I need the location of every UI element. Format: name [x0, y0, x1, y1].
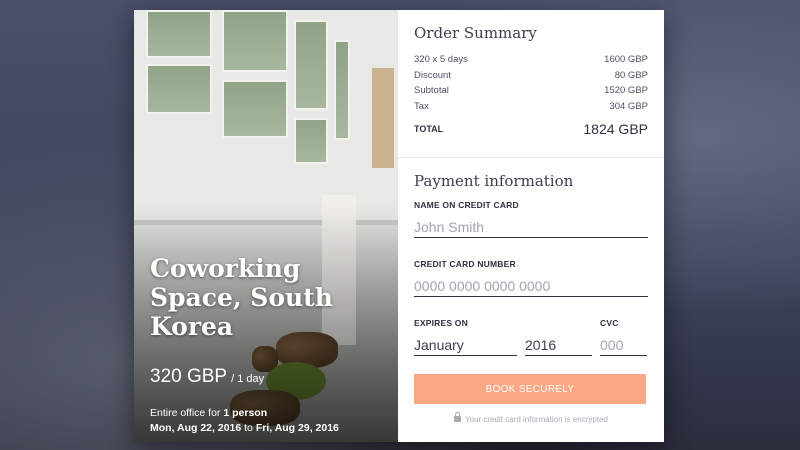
date-to-word: to: [244, 422, 253, 434]
cvc-label: CVC: [600, 318, 619, 328]
checkout-panel: Order Summary 320 x 5 days 1600 GBP Disc…: [398, 10, 664, 442]
order-summary: Order Summary 320 x 5 days 1600 GBP Disc…: [398, 10, 664, 158]
secure-note: Your credit card information is encrypte…: [414, 412, 648, 424]
summary-line: Subtotal 1520 GBP: [414, 83, 648, 99]
capacity-line: Entire office for 1 person: [150, 406, 339, 421]
date-to: Fri, Aug 29, 2016: [255, 422, 339, 434]
payment-title: Payment information: [414, 172, 574, 190]
venue-title: Coworking Space, South Korea: [150, 254, 333, 341]
summary-line-value: 1520 GBP: [604, 85, 648, 97]
summary-line-value: 304 GBP: [609, 100, 648, 112]
total-value: 1824 GBP: [583, 121, 648, 137]
summary-line-value: 80 GBP: [614, 69, 648, 81]
summary-line: Discount 80 GBP: [414, 68, 648, 84]
summary-line: Tax 304 GBP: [414, 99, 648, 115]
expiry-cvc-row: EXPIRES ON CVC: [414, 318, 648, 356]
expiry-year-group: [525, 334, 592, 356]
cvc-input[interactable]: [600, 334, 647, 356]
venue-photo-panel: Coworking Space, South Korea 320 GBP/ 1 …: [134, 10, 398, 442]
cvc-group: CVC: [600, 318, 647, 356]
expiry-month-input[interactable]: [414, 334, 517, 356]
card-number-label: CREDIT CARD NUMBER: [414, 259, 516, 269]
summary-line-value: 1600 GBP: [604, 54, 648, 66]
booking-info: Entire office for 1 person Mon, Aug 22, …: [150, 406, 339, 436]
expires-on-label: EXPIRES ON: [414, 318, 468, 328]
summary-line-label: Discount: [414, 69, 451, 81]
total-label: TOTAL: [414, 124, 444, 134]
book-securely-button[interactable]: BOOK SECURELY: [414, 374, 646, 404]
expiry-month-group: EXPIRES ON: [414, 318, 517, 356]
order-summary-title: Order Summary: [414, 24, 537, 42]
name-on-card-input[interactable]: [414, 216, 648, 238]
summary-total: TOTAL 1824 GBP: [414, 121, 648, 137]
capacity-prefix: Entire office for: [150, 407, 221, 419]
price-amount: 320 GBP: [150, 366, 228, 387]
date-range: Mon, Aug 22, 2016 to Fri, Aug 29, 2016: [150, 421, 339, 436]
name-on-card-label: NAME ON CREDIT CARD: [414, 200, 519, 210]
date-from: Mon, Aug 22, 2016: [150, 422, 242, 434]
summary-line-label: 320 x 5 days: [414, 54, 468, 66]
summary-line-label: Tax: [414, 100, 429, 112]
capacity-value: 1 person: [223, 407, 268, 419]
summary-line-label: Subtotal: [414, 85, 449, 97]
name-field-group: NAME ON CREDIT CARD: [414, 200, 648, 238]
price-unit: / 1 day: [231, 373, 265, 385]
booking-card: Coworking Space, South Korea 320 GBP/ 1 …: [134, 10, 664, 442]
payment-form: Payment information NAME ON CREDIT CARD …: [398, 158, 664, 424]
summary-line: 320 x 5 days 1600 GBP: [414, 52, 648, 68]
card-number-field-group: CREDIT CARD NUMBER: [414, 259, 648, 297]
lock-icon: [454, 412, 462, 422]
secure-note-text: Your credit card information is encrypte…: [465, 415, 608, 424]
card-number-input[interactable]: [414, 275, 648, 297]
venue-price: 320 GBP/ 1 day: [150, 366, 264, 388]
expiry-year-input[interactable]: [525, 334, 592, 356]
